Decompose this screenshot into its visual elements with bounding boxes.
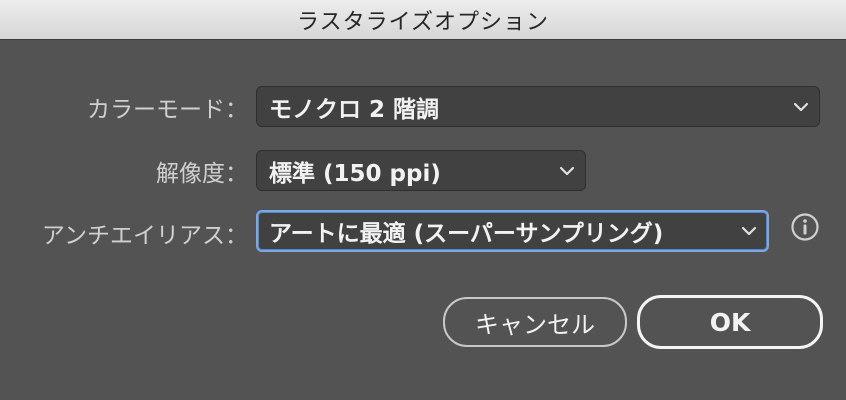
resolution-value: 標準 (150 ppi) [269, 160, 441, 187]
info-icon[interactable] [790, 212, 820, 242]
antialias-select[interactable]: アートに最適 (スーパーサンプリング) [256, 210, 769, 252]
antialias-value: アートに最適 (スーパーサンプリング) [269, 221, 664, 247]
rasterize-options-dialog: ラスタライズオプション カラーモード： モノクロ 2 階調 解像度： 標準 (1… [0, 0, 846, 400]
resolution-label: 解像度： [156, 161, 248, 187]
cancel-button[interactable]: キャンセル [443, 297, 627, 347]
title-bar: ラスタライズオプション [0, 0, 846, 40]
antialias-label: アンチエイリアス： [41, 223, 248, 249]
chevron-down-icon [783, 87, 819, 126]
chevron-down-icon [731, 212, 767, 250]
ok-button[interactable]: OK [637, 295, 823, 349]
chevron-down-icon [549, 151, 585, 190]
color-mode-value: モノクロ 2 階調 [269, 96, 440, 123]
color-mode-label: カラーモード： [87, 97, 248, 123]
resolution-select[interactable]: 標準 (150 ppi) [256, 150, 586, 191]
color-mode-select[interactable]: モノクロ 2 階調 [256, 86, 820, 127]
dialog-title: ラスタライズオプション [297, 9, 549, 35]
